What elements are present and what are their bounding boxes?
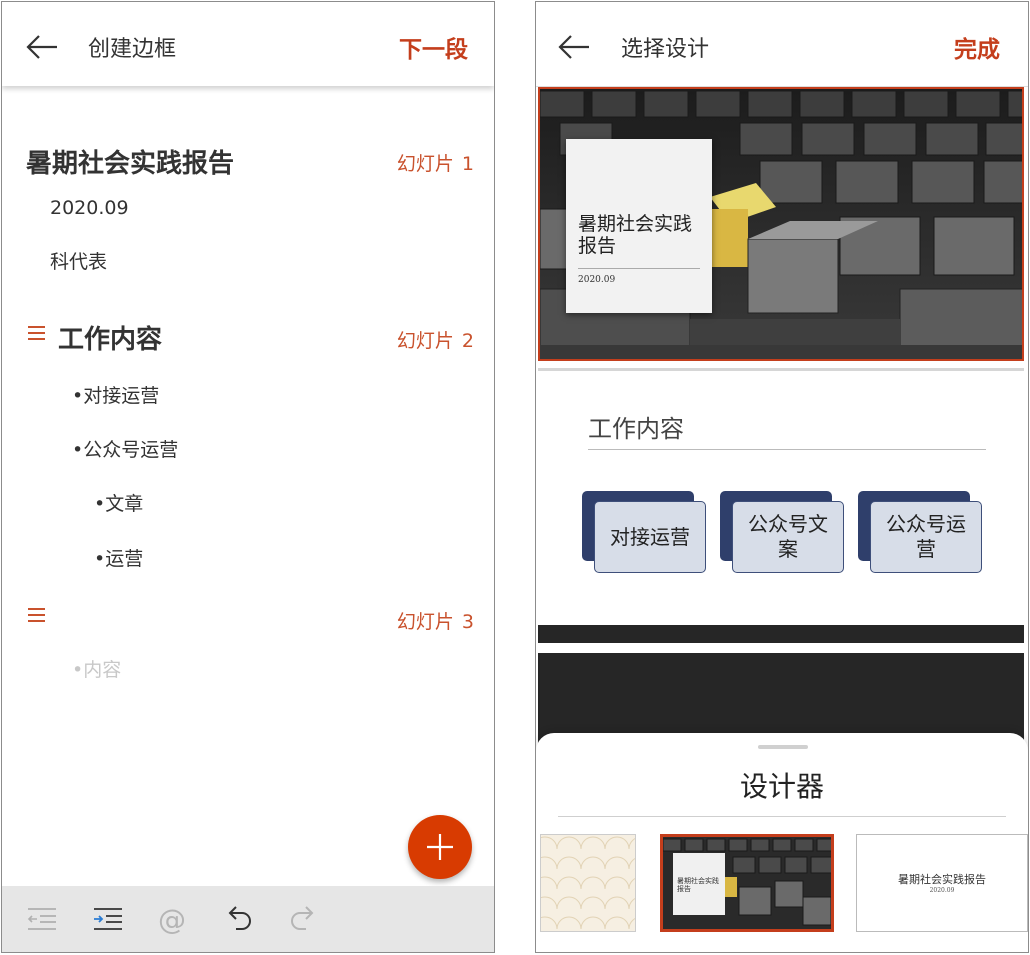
- design-screen: 选择设计 完成 暑期社会实践报告 2020.09 工作内容 对接运营 公众号文案…: [535, 1, 1029, 953]
- bullet-item[interactable]: •文章: [94, 489, 143, 516]
- bottom-toolbar: @: [2, 886, 494, 952]
- slide-1-line-date[interactable]: 2020.09: [50, 197, 129, 219]
- divider: [588, 449, 986, 450]
- content-box: 对接运营: [582, 491, 710, 577]
- slide-1-line-author[interactable]: 科代表: [50, 247, 107, 274]
- done-button[interactable]: 完成: [954, 30, 1000, 64]
- designer-title: 设计器: [739, 770, 824, 803]
- slide-3-label: 幻灯片 3: [396, 611, 474, 633]
- undo-icon: [228, 906, 251, 930]
- bullet-item[interactable]: •公众号运营: [72, 435, 178, 462]
- slide-3-preview[interactable]: [538, 653, 1024, 743]
- bullet-item[interactable]: •运营: [94, 544, 143, 571]
- slide-1-title[interactable]: 暑期社会实践报告: [26, 143, 234, 180]
- next-section-button[interactable]: 下一段: [399, 30, 468, 64]
- divider: [558, 816, 1006, 817]
- page-title: 选择设计: [621, 37, 710, 62]
- title-card: 暑期社会实践报告 2020.09: [566, 139, 712, 313]
- bullet-item[interactable]: •对接运营: [72, 381, 159, 408]
- slide-2-preview[interactable]: 工作内容 对接运营 公众号文案 公众号运营: [538, 368, 1024, 629]
- divider: [578, 268, 700, 269]
- add-slide-button[interactable]: [408, 815, 472, 879]
- outline-screen: 创建边框 下一段 暑期社会实践报告 幻灯片 1 2020.09 科代表 工作内容 …: [1, 1, 495, 953]
- redo-button[interactable]: [286, 902, 322, 936]
- drag-handle[interactable]: [758, 745, 808, 749]
- slide-1-preview-title: 暑期社会实践报告: [578, 213, 693, 257]
- arrow-left-icon: [558, 35, 589, 59]
- design-header: 选择设计 完成: [536, 2, 1028, 87]
- thumbnail-title: 暑期社会实践报告: [898, 873, 986, 886]
- slide-1-preview-date: 2020.09: [578, 275, 616, 285]
- page-title: 创建边框: [88, 37, 177, 62]
- wave-pattern-image: [541, 835, 635, 931]
- outdent-button[interactable]: [24, 902, 60, 936]
- back-button[interactable]: [24, 30, 60, 64]
- back-button[interactable]: [556, 30, 592, 64]
- undo-button[interactable]: [220, 902, 256, 936]
- outdent-icon: [27, 908, 56, 930]
- designer-panel: 设计器 暑期社会实践报告 暑期社会实践报告 2020.09: [536, 733, 1028, 952]
- content-placeholder[interactable]: •内容: [72, 655, 121, 682]
- slide-1-label: 幻灯片 1: [396, 153, 474, 175]
- at-icon: @: [158, 902, 186, 936]
- redo-icon: [291, 906, 314, 930]
- indent-button[interactable]: [90, 902, 126, 936]
- outline-header: 创建边框 下一段: [2, 2, 494, 86]
- mention-button[interactable]: @: [154, 902, 190, 936]
- plus-icon: [427, 834, 453, 860]
- content-box: 公众号运营: [858, 491, 986, 577]
- menu-icon[interactable]: [28, 326, 45, 344]
- slide-2-preview-title: 工作内容: [588, 415, 684, 443]
- thumbnail-title-card: 暑期社会实践报告: [673, 853, 725, 915]
- design-thumbnail-plain[interactable]: 暑期社会实践报告 2020.09: [856, 834, 1028, 932]
- design-thumbnail-pattern[interactable]: [540, 834, 636, 932]
- slide-2-title[interactable]: 工作内容: [58, 319, 162, 356]
- slide-2-footer-bar: [538, 625, 1024, 643]
- slide-2-label: 幻灯片 2: [396, 330, 474, 352]
- slide-1-preview[interactable]: 暑期社会实践报告 2020.09: [538, 87, 1024, 361]
- design-thumbnail-selected[interactable]: 暑期社会实践报告: [660, 834, 834, 932]
- menu-icon[interactable]: [28, 608, 45, 626]
- thumbnail-date: 2020.09: [929, 887, 955, 894]
- arrow-left-icon: [26, 35, 57, 59]
- indent-icon: [94, 908, 122, 930]
- content-box: 公众号文案: [720, 491, 848, 577]
